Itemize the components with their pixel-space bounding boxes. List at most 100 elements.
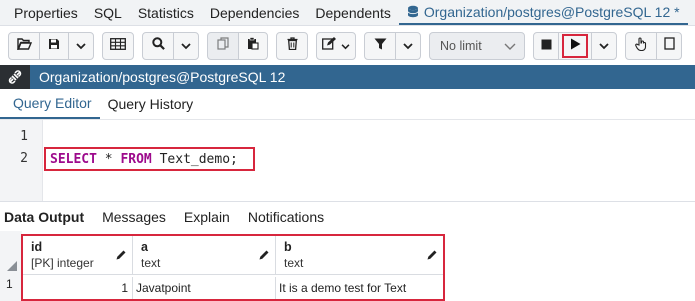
document-icon	[663, 37, 675, 55]
connection-status-icon[interactable]	[0, 65, 30, 89]
tab-messages-label: Messages	[102, 208, 166, 225]
hand-pointer-icon	[634, 36, 648, 56]
select-all-corner[interactable]	[7, 261, 17, 271]
tab-query-history-label: Query History	[107, 96, 194, 112]
sql-keyword-from: FROM	[120, 151, 152, 167]
stop-button[interactable]	[533, 32, 559, 60]
pencil-icon[interactable]	[116, 247, 126, 265]
results-tab-bar: Data Output Messages Explain Notificatio…	[0, 201, 695, 231]
table-cell-b[interactable]: It is a demo test for Text	[276, 277, 443, 299]
copy-icon	[216, 37, 230, 55]
execute-options-dropdown[interactable]	[591, 32, 617, 60]
column-header-id[interactable]: id [PK] integer	[23, 236, 133, 275]
execute-button-group	[533, 32, 617, 60]
tab-query-history[interactable]: Query History	[100, 89, 202, 119]
execute-button-cell	[558, 32, 592, 60]
paste-button[interactable]	[238, 32, 268, 60]
tab-properties[interactable]: Properties	[0, 0, 86, 25]
chevron-down-icon	[341, 37, 350, 55]
pencil-square-icon	[322, 37, 338, 55]
data-output-grid: 1 id [PK] integer a text b text 1 Javatp…	[0, 231, 695, 301]
filter-options-dropdown[interactable]	[395, 32, 421, 60]
edit-button-group	[316, 32, 356, 60]
column-header-b[interactable]: b text	[276, 236, 443, 275]
delete-rows-button[interactable]	[276, 32, 308, 60]
find-button[interactable]	[142, 32, 174, 60]
tab-dependents[interactable]: Dependents	[307, 0, 399, 25]
sql-editor[interactable]: 1 2 SELECT * FROM Text_demo;	[0, 119, 695, 202]
tab-query-editor-label: Query Editor	[13, 95, 92, 111]
tab-statistics-label: Statistics	[137, 4, 194, 21]
search-icon	[151, 37, 165, 55]
editor-tab-bar: Query Editor Query History	[0, 89, 695, 119]
chevron-down-icon	[76, 37, 86, 55]
column-name: b	[284, 240, 292, 254]
tab-dependencies-label: Dependencies	[209, 4, 300, 21]
tab-properties-label: Properties	[14, 4, 78, 21]
row-limit-value: No limit	[440, 39, 482, 53]
table-grid-icon	[110, 37, 126, 55]
tab-statistics[interactable]: Statistics	[130, 0, 202, 25]
find-options-dropdown[interactable]	[173, 32, 199, 60]
tab-dependencies[interactable]: Dependencies	[202, 0, 308, 25]
tab-sql-label: SQL	[93, 4, 122, 21]
save-file-button[interactable]	[39, 32, 69, 60]
result-table: id [PK] integer a text b text 1 Javatpoi…	[21, 234, 445, 301]
column-type: text	[284, 256, 304, 270]
pencil-icon[interactable]	[427, 247, 437, 265]
query-toolbar: No limit	[0, 27, 695, 65]
column-name: id	[31, 240, 43, 254]
rollback-button[interactable]	[656, 32, 682, 60]
tab-data-output[interactable]: Data Output	[0, 209, 93, 225]
database-icon	[407, 5, 419, 18]
sql-statement[interactable]: SELECT * FROM Text_demo;	[44, 147, 255, 171]
chevron-down-icon	[599, 37, 609, 55]
file-button-group	[8, 32, 94, 60]
tab-query-tool-label: Organization/postgres@PostgreSQL 12 *	[423, 3, 680, 20]
chevron-down-icon	[181, 37, 191, 55]
grid-button-group	[102, 32, 134, 60]
row-limit-select[interactable]: No limit	[429, 32, 525, 60]
floppy-disk-icon	[48, 37, 60, 55]
tab-messages[interactable]: Messages	[93, 209, 175, 225]
stop-icon	[541, 37, 552, 55]
clipboard-icon	[247, 37, 259, 55]
filter-icon	[374, 37, 387, 55]
connection-title: Organization/postgres@PostgreSQL 12	[39, 69, 286, 85]
row-number[interactable]: 1	[6, 277, 13, 291]
row-number-column: 1	[0, 231, 22, 301]
pencil-icon[interactable]	[259, 247, 269, 265]
execute-button[interactable]	[562, 34, 588, 58]
column-type: text	[141, 256, 161, 270]
sql-token-star: *	[96, 151, 121, 167]
column-type: [PK] integer	[31, 256, 94, 270]
copy-button[interactable]	[207, 32, 239, 60]
column-header-a[interactable]: a text	[133, 236, 276, 275]
filter-button[interactable]	[364, 32, 396, 60]
delete-button-group	[276, 32, 308, 60]
sql-table-name: Text_demo;	[151, 151, 238, 167]
open-file-button[interactable]	[8, 32, 40, 60]
tab-explain[interactable]: Explain	[175, 209, 239, 225]
edit-menu-button[interactable]	[316, 32, 356, 60]
tab-sql[interactable]: SQL	[86, 0, 130, 25]
tab-notifications[interactable]: Notifications	[239, 209, 333, 225]
top-tab-bar: Properties SQL Statistics Dependencies D…	[0, 0, 695, 26]
trash-icon	[287, 37, 298, 55]
table-cell-id[interactable]: 1	[23, 277, 133, 299]
line-number: 1	[20, 129, 28, 144]
chevron-down-icon	[504, 39, 516, 53]
edit-rows-button[interactable]	[102, 32, 134, 60]
find-button-group	[142, 32, 199, 60]
filter-button-group	[364, 32, 421, 60]
tab-data-output-label: Data Output	[4, 208, 85, 225]
table-cell-a[interactable]: Javatpoint	[133, 277, 276, 299]
connection-header: Organization/postgres@PostgreSQL 12	[0, 65, 695, 89]
tab-query-editor[interactable]: Query Editor	[0, 89, 100, 119]
tab-query-tool[interactable]: Organization/postgres@PostgreSQL 12 *	[398, 0, 688, 25]
tab-notifications-label: Notifications	[247, 208, 325, 225]
commit-button[interactable]	[625, 32, 657, 60]
clipboard-button-group	[207, 32, 268, 60]
save-options-dropdown[interactable]	[68, 32, 94, 60]
line-number-gutter: 1 2	[0, 120, 43, 202]
